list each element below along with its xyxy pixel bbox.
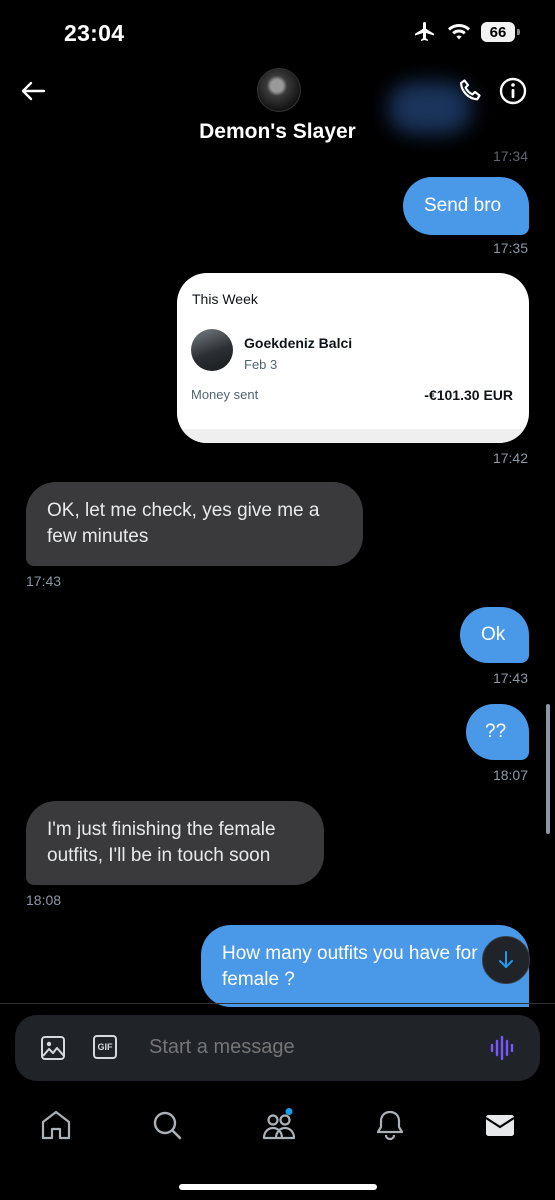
voice-icon[interactable] — [489, 1035, 517, 1061]
status-time: 23:04 — [64, 20, 125, 46]
back-arrow-icon[interactable] — [18, 76, 48, 106]
info-icon[interactable] — [498, 76, 528, 106]
message-text: How many outfits you have for female ? — [222, 943, 478, 990]
transaction-amount: -€101.30 EUR — [424, 387, 513, 403]
mail-icon[interactable] — [483, 1108, 517, 1142]
arrow-down-icon — [499, 951, 513, 968]
card-footer-strip — [177, 429, 529, 443]
communities-icon[interactable] — [262, 1108, 296, 1142]
home-icon[interactable] — [39, 1108, 73, 1142]
timestamp: 17:35 — [492, 240, 528, 256]
message-text: Ok — [481, 624, 506, 645]
image-icon[interactable] — [40, 1035, 66, 1061]
contact-name[interactable]: Demon's Slayer — [0, 120, 555, 144]
composer-divider — [0, 1003, 555, 1004]
message-text: ?? — [485, 721, 507, 742]
message-bubble[interactable]: Send bro — [403, 177, 529, 235]
payment-date: Feb 3 — [244, 357, 278, 372]
search-icon[interactable] — [150, 1108, 184, 1142]
wifi-icon — [448, 24, 470, 40]
message-bubble[interactable]: OK, let me check, yes give me a few minu… — [26, 482, 363, 566]
card-heading: This Week — [192, 291, 258, 307]
status-bar: 23:04 66 — [0, 0, 555, 66]
home-indicator — [179, 1184, 377, 1190]
airplane-icon — [415, 22, 434, 41]
message-text: OK, let me check, yes give me a few minu… — [47, 500, 320, 547]
status-icons: 66 — [413, 20, 520, 44]
gif-icon[interactable]: GIF — [93, 1035, 117, 1059]
timestamp: 17:43 — [26, 573, 62, 589]
message-bubble[interactable]: Ok — [460, 607, 529, 663]
payee-avatar — [191, 329, 233, 371]
contact-avatar[interactable] — [257, 68, 301, 112]
message-input[interactable] — [149, 1036, 469, 1059]
timestamp: 18:08 — [26, 892, 62, 908]
payee-name: Goekdeniz Balci — [244, 335, 353, 351]
conversation-header: Demon's Slayer — [0, 66, 555, 158]
transaction-label: Money sent — [191, 387, 259, 402]
battery-indicator: 66 — [481, 22, 520, 42]
timestamp: 18:07 — [492, 767, 528, 783]
message-composer: GIF — [15, 1015, 540, 1081]
timestamp: 17:42 — [492, 450, 528, 466]
message-bubble[interactable]: How many outfits you have for female ? — [201, 925, 529, 1007]
message-bubble[interactable]: I'm just finishing the female outfits, I… — [26, 801, 324, 885]
timestamp: 17:34 — [492, 148, 528, 164]
phone-icon[interactable] — [456, 76, 486, 106]
message-text: Send bro — [424, 195, 502, 216]
timestamp: 17:43 — [492, 670, 528, 686]
message-bubble[interactable]: ?? — [466, 704, 529, 760]
bottom-tab-bar — [0, 1100, 555, 1160]
message-text: I'm just finishing the female outfits, I… — [47, 819, 276, 866]
scroll-to-bottom-button[interactable] — [482, 936, 530, 984]
scroll-indicator[interactable] — [546, 704, 550, 834]
payment-card[interactable]: This Week Goekdeniz Balci Feb 3 Money se… — [177, 273, 529, 443]
bell-icon[interactable] — [373, 1108, 407, 1142]
